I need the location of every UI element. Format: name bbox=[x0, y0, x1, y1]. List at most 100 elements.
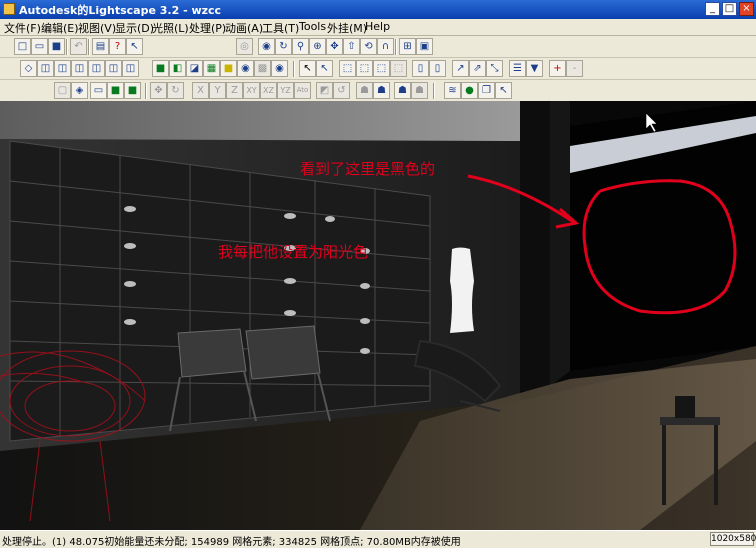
move-cross-icon[interactable]: ✥ bbox=[150, 82, 167, 99]
menu-tools-cn[interactable]: 工具(T) bbox=[262, 20, 299, 36]
outline-icon[interactable]: ▭ bbox=[90, 82, 107, 99]
align-icon[interactable]: ◩ bbox=[316, 82, 333, 99]
save-icon[interactable]: ■ bbox=[48, 38, 65, 55]
layers-icon[interactable]: ≋ bbox=[444, 82, 461, 99]
cube-view-2-icon[interactable]: ◫ bbox=[54, 60, 71, 77]
cube-view-4-icon[interactable]: ◫ bbox=[88, 60, 105, 77]
select-cross-icon[interactable]: ⬚ bbox=[356, 60, 373, 77]
eye-icon[interactable]: ◉ bbox=[258, 38, 275, 55]
copy-icon[interactable]: ❐ bbox=[478, 82, 495, 99]
menu-view[interactable]: 视图(V) bbox=[78, 20, 116, 36]
help-icon[interactable]: ? bbox=[109, 38, 126, 55]
menu-help[interactable]: Help bbox=[365, 20, 390, 33]
close-button[interactable]: × bbox=[739, 2, 754, 16]
new-file-icon[interactable]: □ bbox=[14, 38, 31, 55]
cube-view-1-icon[interactable]: ◫ bbox=[37, 60, 54, 77]
menu-edit[interactable]: 编辑(E) bbox=[41, 20, 79, 36]
axis-y-button[interactable]: Y bbox=[209, 82, 226, 99]
snap-icon[interactable]: ↺ bbox=[333, 82, 350, 99]
minimize-button[interactable]: _ bbox=[705, 2, 720, 16]
green-cube-icon[interactable]: ■ bbox=[107, 82, 124, 99]
solid-shade-icon[interactable]: ◈ bbox=[71, 82, 88, 99]
toolbar-row-2: ◇ ◫ ◫ ◫ ◫ ◫ ◫ ■ ◧ ◪ ▦ ■ ◉ ▩ ◉ ↖ ↖ ⬚ ⬚ ⬚ … bbox=[0, 58, 756, 80]
rotate-dim-icon[interactable]: ↻ bbox=[167, 82, 184, 99]
window-title: Autodesk的Lightscape 3.2 - wzcc bbox=[19, 4, 222, 17]
axis-x-button[interactable]: X bbox=[192, 82, 209, 99]
toolbar-separator bbox=[293, 61, 295, 77]
globe-icon[interactable]: ◉ bbox=[237, 60, 254, 77]
zoom-window-icon[interactable]: ⊕ bbox=[309, 38, 326, 55]
move-icon[interactable]: ↗ bbox=[452, 60, 469, 77]
cube-view-5-icon[interactable]: ◫ bbox=[105, 60, 122, 77]
menu-process[interactable]: 处理(P) bbox=[189, 20, 226, 36]
context-help-icon[interactable]: ↖ bbox=[126, 38, 143, 55]
menu-bar: 文件(F) 编辑(E) 视图(V) 显示(D) 光照(L) 处理(P) 动画(A… bbox=[0, 19, 756, 36]
axis-z-button[interactable]: Z bbox=[226, 82, 243, 99]
render-viewport[interactable]: 看到了这里是黑色的 我每把他设置为阳光色 bbox=[0, 101, 756, 530]
menu-tools[interactable]: Tools bbox=[299, 20, 326, 33]
solid-cube-icon[interactable]: ■ bbox=[152, 60, 169, 77]
wireframe-icon[interactable]: ▢ bbox=[54, 82, 71, 99]
material-icon[interactable]: ▦ bbox=[203, 60, 220, 77]
tilt-icon[interactable]: ∩ bbox=[377, 38, 394, 55]
figure-run-icon[interactable]: ☗ bbox=[356, 82, 373, 99]
print-icon[interactable]: ▤ bbox=[92, 38, 109, 55]
open-folder-icon[interactable]: ▭ bbox=[31, 38, 48, 55]
camera-icon[interactable]: ◎ bbox=[236, 38, 253, 55]
copy-move-icon[interactable]: ⇗ bbox=[469, 60, 486, 77]
status-message: 处理停止。(1) 48.075初始能量还未分配; 154989 网格元素; 33… bbox=[2, 537, 461, 548]
select-remove-icon[interactable]: ⬚ bbox=[390, 60, 407, 77]
rotate-icon[interactable]: ⟲ bbox=[360, 38, 377, 55]
toolbar-separator bbox=[145, 83, 147, 99]
zoom-icon[interactable]: ⚲ bbox=[292, 38, 309, 55]
walk-icon[interactable]: ⇧ bbox=[343, 38, 360, 55]
shaded-cube-icon[interactable]: ■ bbox=[124, 82, 141, 99]
app-icon bbox=[3, 3, 15, 15]
menu-display[interactable]: 显示(D) bbox=[115, 20, 154, 36]
render-eye-icon[interactable]: ◉ bbox=[271, 60, 288, 77]
axis-yz-button[interactable]: YZ bbox=[277, 82, 294, 99]
toolbar-row-1: □ ▭ ■ ↶ ▤ ? ↖ ◎ ◉ ↻ ⚲ ⊕ ✥ ⇧ ⟲ ∩ ⊞ ▣ bbox=[0, 36, 756, 58]
add-point-icon[interactable]: + bbox=[549, 60, 566, 77]
toolbar-separator bbox=[88, 39, 90, 55]
zoom-extents-icon[interactable]: ⊞ bbox=[399, 38, 416, 55]
menu-file[interactable]: 文件(F) bbox=[4, 20, 41, 36]
layer-icon[interactable]: ◪ bbox=[186, 60, 203, 77]
select-window-icon[interactable]: ⬚ bbox=[339, 60, 356, 77]
texture-icon[interactable]: ▩ bbox=[254, 60, 271, 77]
page-icon[interactable]: ▯ bbox=[412, 60, 429, 77]
arrow-select-icon[interactable]: ↖ bbox=[495, 82, 512, 99]
maximize-button[interactable]: □ bbox=[722, 2, 737, 16]
menu-light[interactable]: 光照(L) bbox=[152, 20, 189, 36]
figure-stand-icon[interactable]: ☗ bbox=[394, 82, 411, 99]
figure-move-icon[interactable]: ☗ bbox=[411, 82, 428, 99]
status-resolution: 1020x580 bbox=[710, 532, 756, 546]
green-globe-icon[interactable]: ● bbox=[461, 82, 478, 99]
figure-walk-icon[interactable]: ☗ bbox=[373, 82, 390, 99]
orbit-icon[interactable]: ↻ bbox=[275, 38, 292, 55]
menu-plugins[interactable]: 外挂(M) bbox=[327, 20, 367, 36]
pointer-icon[interactable]: ↖ bbox=[299, 60, 316, 77]
light-icon[interactable]: ■ bbox=[220, 60, 237, 77]
remove-point-icon[interactable]: - bbox=[566, 60, 583, 77]
cube-view-3-icon[interactable]: ◫ bbox=[71, 60, 88, 77]
menu-animation[interactable]: 动画(A) bbox=[225, 20, 263, 36]
pan-icon[interactable]: ✥ bbox=[326, 38, 343, 55]
filter-icon[interactable]: ▼ bbox=[526, 60, 543, 77]
axis-xy-button[interactable]: XY bbox=[243, 82, 260, 99]
axis-xz-button[interactable]: XZ bbox=[260, 82, 277, 99]
page-copy-icon[interactable]: ▯ bbox=[429, 60, 446, 77]
cube-view-6-icon[interactable]: ◫ bbox=[122, 60, 139, 77]
undo-icon[interactable]: ↶ bbox=[70, 38, 87, 55]
select-surface-icon[interactable]: ◇ bbox=[20, 60, 37, 77]
flip-icon[interactable]: ◧ bbox=[169, 60, 186, 77]
column bbox=[520, 101, 550, 391]
help-pointer-icon[interactable]: ↖ bbox=[316, 60, 333, 77]
full-view-icon[interactable]: ▣ bbox=[416, 38, 433, 55]
list-icon[interactable]: ☰ bbox=[509, 60, 526, 77]
transform-icon[interactable]: ⤡ bbox=[486, 60, 503, 77]
select-add-icon[interactable]: ⬚ bbox=[373, 60, 390, 77]
wall-lamp bbox=[450, 247, 474, 333]
toolbar-separator bbox=[66, 39, 68, 55]
axis-auto-button[interactable]: Ato bbox=[294, 82, 311, 99]
